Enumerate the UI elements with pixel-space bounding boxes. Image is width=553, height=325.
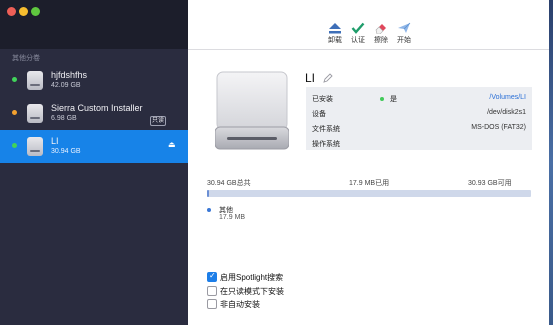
- capacity-used: 17.9 MB已用: [349, 180, 390, 187]
- eject-icon: [329, 23, 341, 34]
- device-value: /dev/disk2s1: [487, 109, 526, 116]
- titlebar: [0, 0, 188, 49]
- minimize-window-button[interactable]: [19, 7, 28, 16]
- mounted-status-dot: [12, 110, 17, 115]
- sidebar-item-li[interactable]: LI 30.94 GB ⏏: [0, 130, 188, 163]
- capacity-bar-used: [207, 190, 209, 197]
- capacity-bar: [207, 190, 531, 197]
- sidebar-section-title: 其他分卷: [12, 55, 40, 62]
- eraser-icon: [375, 24, 386, 34]
- sidebar-item-name: hjfdshfhs: [51, 70, 88, 80]
- mounted-status-dot: [12, 143, 17, 148]
- capacity-available: 30.93 GB可用: [468, 180, 512, 187]
- sidebar-item-size: 30.94 GB: [51, 148, 81, 155]
- info-row-mounted: 已安装 是 /Volumes/LI: [306, 91, 532, 106]
- spotlight-checkbox[interactable]: [207, 271, 217, 282]
- paper-plane-icon: [398, 22, 411, 33]
- disk-icon: [27, 137, 43, 156]
- read-only-mount-label: 在只读模式下安装: [220, 287, 284, 296]
- eject-icon[interactable]: ⏏: [168, 140, 176, 149]
- sidebar-item-name: Sierra Custom Installer: [51, 103, 143, 113]
- read-only-mount-checkbox[interactable]: [207, 286, 217, 296]
- start-button[interactable]: 开始: [390, 22, 418, 45]
- info-row-device: 设备 /dev/disk2s1: [306, 106, 532, 121]
- volume-info-panel: 已安装 是 /Volumes/LI 设备 /dev/disk2s1 文件系统 M…: [306, 87, 532, 150]
- disk-icon: [27, 104, 43, 123]
- hard-drive-icon: [215, 71, 289, 150]
- sidebar-item-size: 6.98 GB: [51, 115, 77, 122]
- window-edge: [549, 0, 553, 325]
- sidebar-item-name: LI: [51, 136, 59, 146]
- sidebar: 其他分卷 hjfdshfhs 42.09 GB Sierra Custom In…: [0, 0, 188, 325]
- volume-name: LI: [305, 71, 316, 85]
- toolbar: 卸载 认证 擦除 开始: [188, 0, 549, 50]
- device-label: 设备: [312, 111, 326, 118]
- filesystem-label: 文件系统: [312, 126, 340, 133]
- mounted-status-dot: [12, 77, 17, 82]
- disk-icon: [27, 71, 43, 90]
- pencil-icon[interactable]: [323, 73, 333, 83]
- mounted-value: 是: [390, 96, 397, 103]
- read-only-badge: 只读: [150, 116, 167, 126]
- capacity-total: 30.94 GB总共: [207, 180, 251, 187]
- no-automount-label: 非自动安装: [220, 300, 260, 309]
- close-window-button[interactable]: [7, 7, 16, 16]
- sidebar-item-hjfdshfhs[interactable]: hjfdshfhs 42.09 GB: [0, 64, 188, 97]
- legend-size: 17.9 MB: [219, 214, 246, 221]
- mounted-status-dot: [380, 97, 384, 101]
- no-automount-checkbox[interactable]: [207, 299, 217, 309]
- legend-dot: [207, 208, 211, 212]
- start-label: 开始: [397, 37, 411, 44]
- mounted-label: 已安装: [312, 96, 333, 103]
- filesystem-value: MS-DOS (FAT32): [471, 124, 526, 131]
- app-window: 其他分卷 hjfdshfhs 42.09 GB Sierra Custom In…: [0, 0, 549, 325]
- info-row-filesystem: 文件系统 MS-DOS (FAT32): [306, 121, 532, 136]
- mount-path-link[interactable]: /Volumes/LI: [489, 94, 526, 101]
- sidebar-item-sierra-custom-installer[interactable]: Sierra Custom Installer 6.98 GB 只读: [0, 97, 188, 130]
- sidebar-item-size: 42.09 GB: [51, 82, 81, 89]
- os-label: 操作系统: [312, 141, 340, 148]
- info-row-os: 操作系统: [306, 136, 532, 151]
- spotlight-label: 启用Spotlight搜索: [220, 273, 284, 282]
- zoom-window-button[interactable]: [31, 7, 40, 16]
- checkmark-icon: [351, 22, 365, 34]
